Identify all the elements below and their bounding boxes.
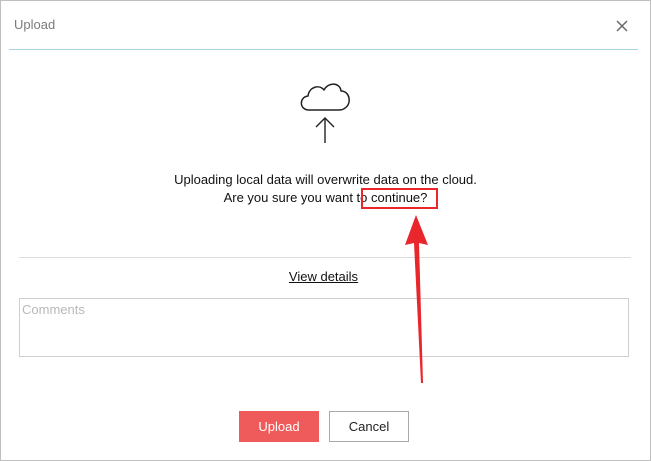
dialog-title: Upload <box>14 17 56 32</box>
close-button[interactable] <box>613 17 631 35</box>
overwrite-warning-message: Uploading local data will overwrite data… <box>1 171 650 207</box>
close-icon <box>616 20 628 32</box>
view-details-link[interactable]: View details <box>1 269 646 284</box>
comments-field[interactable] <box>19 298 629 357</box>
content-divider <box>19 257 631 258</box>
annotation-highlight-box <box>361 188 438 209</box>
cancel-button[interactable]: Cancel <box>329 411 409 442</box>
upload-dialog: Upload Uploading local data will overwri… <box>0 0 651 461</box>
header-divider <box>9 49 638 50</box>
upload-button[interactable]: Upload <box>239 411 319 442</box>
warning-line-1: Uploading local data will overwrite data… <box>174 172 477 187</box>
warning-line-2: Are you sure you want to continue? <box>223 190 428 205</box>
annotation-arrow <box>405 215 428 383</box>
cloud-upload-icon <box>297 79 357 145</box>
